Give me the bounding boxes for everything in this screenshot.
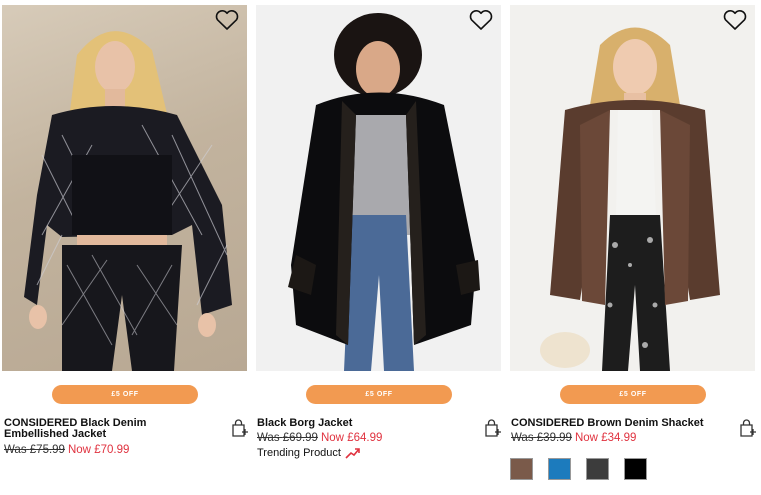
product-title[interactable]: Black Borg Jacket [257, 418, 467, 429]
was-price: Was £39.99 [511, 432, 572, 444]
discount-badge: £5 OFF [52, 385, 198, 404]
was-label: Was [4, 444, 27, 456]
price-row: Was £69.99 Now £64.99 [257, 432, 382, 445]
was-price: Was £75.99 [4, 444, 65, 456]
product-photo-2[interactable] [256, 5, 501, 371]
wishlist-heart-icon[interactable] [214, 8, 240, 32]
was-amount: £69.99 [282, 432, 318, 444]
discount-badge: £5 OFF [306, 385, 452, 404]
color-swatch-blue[interactable] [548, 458, 571, 480]
wishlist-heart-icon[interactable] [722, 8, 748, 32]
discount-badge: £5 OFF [560, 385, 706, 404]
now-price: Now £34.99 [575, 432, 636, 444]
wishlist-heart-icon[interactable] [468, 8, 494, 32]
now-amount: £34.99 [601, 432, 637, 444]
price-row: Was £39.99 Now £34.99 [511, 432, 636, 445]
price-row: Was £75.99 Now £70.99 [4, 444, 129, 457]
now-label: Now [574, 432, 598, 444]
product-card-3[interactable]: £5 OFF CONSIDERED Brown Denim Shacket Wa… [508, 0, 756, 495]
product-title[interactable]: CONSIDERED Brown Denim Shacket [511, 418, 721, 429]
product-photo-3-image [540, 27, 720, 371]
now-amount: £70.99 [94, 444, 130, 456]
color-swatch-brown[interactable] [510, 458, 533, 480]
add-to-bag-icon[interactable] [483, 418, 503, 438]
now-price: Now £70.99 [68, 444, 129, 456]
product-card-1[interactable]: £5 OFF CONSIDERED Black Denim Embellishe… [0, 0, 248, 495]
color-swatch-charcoal[interactable] [586, 458, 609, 480]
now-label: Now [320, 432, 344, 444]
product-title[interactable]: CONSIDERED Black Denim Embellished Jacke… [4, 418, 214, 440]
was-amount: £75.99 [29, 444, 65, 456]
now-amount: £64.99 [347, 432, 383, 444]
was-label: Was [511, 432, 534, 444]
add-to-bag-icon[interactable] [230, 418, 250, 438]
product-photo-1-image [24, 31, 232, 371]
was-amount: £39.99 [536, 432, 572, 444]
trending-label: Trending Product [257, 447, 361, 459]
product-card-2[interactable]: £5 OFF Black Borg Jacket Was £69.99 Now £… [254, 0, 502, 495]
now-label: Now [67, 444, 91, 456]
product-photo-1[interactable] [2, 5, 247, 371]
product-photo-3[interactable] [510, 5, 755, 371]
product-photo-2-image [288, 13, 480, 371]
now-price: Now £64.99 [321, 432, 382, 444]
add-to-bag-icon[interactable] [738, 418, 758, 438]
was-price: Was £69.99 [257, 432, 318, 444]
color-swatch-black[interactable] [624, 458, 647, 480]
trending-text: Trending Product [257, 447, 341, 459]
was-label: Was [257, 432, 280, 444]
trending-up-icon [345, 448, 360, 459]
